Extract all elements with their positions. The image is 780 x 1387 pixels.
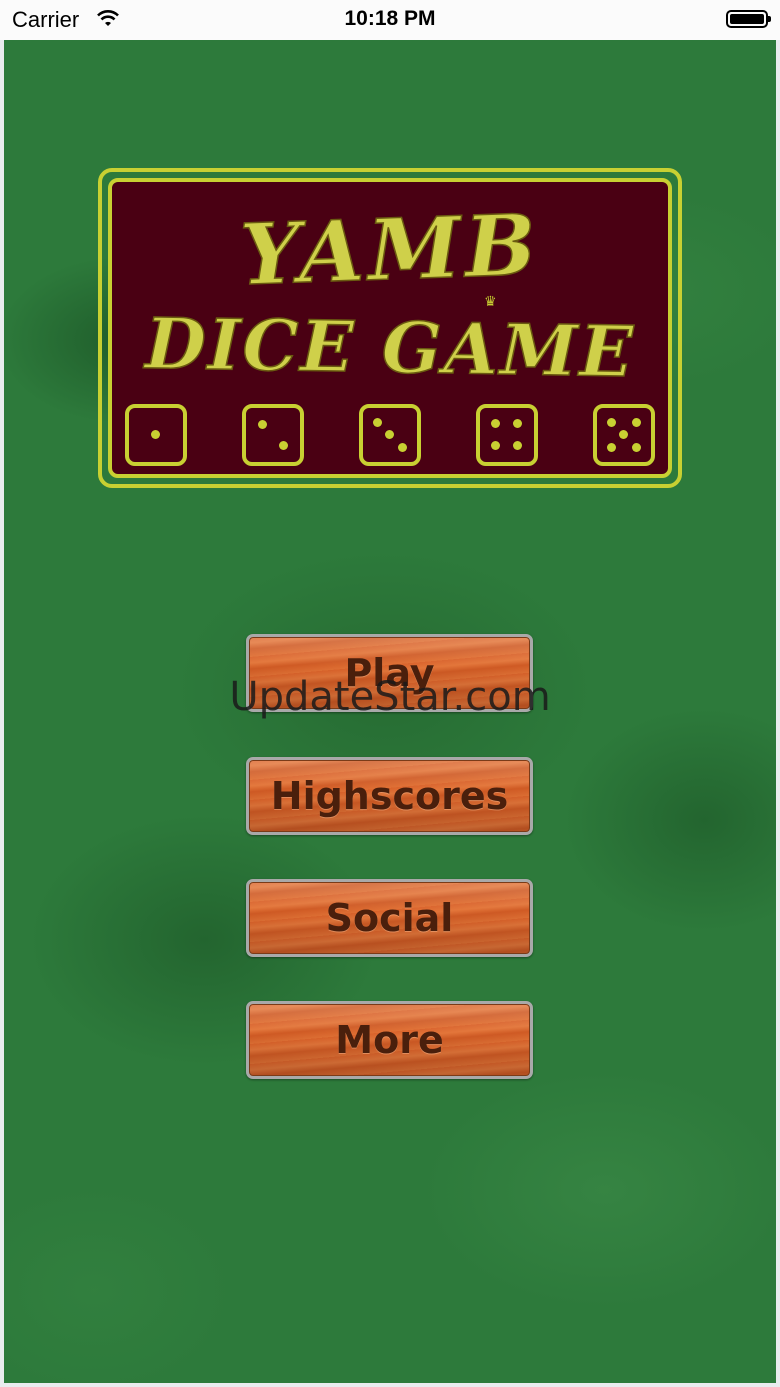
highscores-button[interactable]: Highscores — [246, 757, 533, 835]
more-button[interactable]: More — [246, 1001, 533, 1079]
logo-banner: YAMB ♛ DICE GAME — [98, 168, 682, 488]
die-five-icon — [593, 404, 655, 466]
die-one-icon — [125, 404, 187, 466]
die-three-icon — [359, 404, 421, 466]
die-four-icon — [476, 404, 538, 466]
status-bar: Carrier 10:18 PM — [0, 0, 780, 40]
dice-row — [125, 404, 655, 466]
status-time: 10:18 PM — [344, 7, 436, 30]
battery-icon — [726, 10, 771, 28]
die-two-icon — [242, 404, 304, 466]
logo-subtitle: DICE GAME — [144, 301, 637, 394]
social-button[interactable]: Social — [246, 879, 533, 957]
play-button[interactable]: Play — [246, 634, 533, 712]
logo-title: YAMB — [238, 194, 543, 305]
